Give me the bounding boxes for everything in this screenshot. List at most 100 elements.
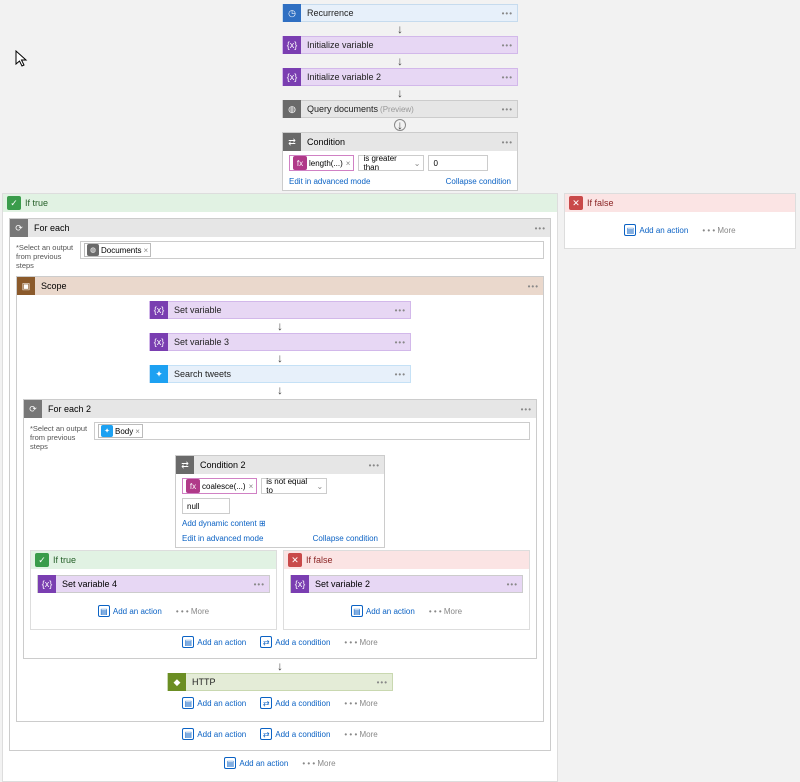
remove-icon[interactable]: × [249,482,254,491]
query-documents-label: Query documents(Preview) [301,104,517,114]
variable-icon: {x} [291,575,309,593]
foreach2-output-picker[interactable]: ✦ Body × [94,422,530,440]
http-icon: ◆ [168,673,186,691]
flow-arrow: ↓ [397,23,403,35]
init-var-2-card[interactable]: {x} Initialize variable 2 ••• [282,68,518,86]
init-var-1-card[interactable]: {x} Initialize variable ••• [282,36,518,54]
set-variable-4-card[interactable]: {x} Set variable 4 ••• [37,575,270,593]
body-token[interactable]: ✦ Body × [98,424,143,438]
for-each-2-card[interactable]: ⟳ For each 2 ••• *Select an output from … [23,399,537,659]
loop-icon: ⟳ [24,400,42,418]
condition-1-operator[interactable]: is greater than⌄ [358,155,424,171]
flow-arrow: ↓ [277,320,283,332]
card-menu[interactable]: ••• [395,370,406,379]
scope-card[interactable]: ▣ Scope ••• {x} Set variable ••• ↓ [16,276,544,722]
card-menu[interactable]: ••• [502,41,513,50]
for-each-label: For each [28,223,70,233]
more-link[interactable]: • • • More [344,730,377,739]
for-each-card[interactable]: ⟳ For each ••• *Select an output from pr… [9,218,551,751]
condition-1-expr-pill[interactable]: fx length(...) × [289,155,354,171]
more-link[interactable]: • • • More [429,607,462,616]
more-link[interactable]: • • • More [176,607,209,616]
inner-if-false-head[interactable]: ✕ If false [284,551,529,569]
more-link[interactable]: • • • More [344,699,377,708]
foreach-picker-label: *Select an output from previous steps [16,241,74,270]
set-variable-2-card[interactable]: {x} Set variable 2 ••• [290,575,523,593]
condition-2-expr-pill[interactable]: fx coalesce(...) × [182,478,257,494]
flow-arrow: ↓ [277,660,283,672]
card-menu[interactable]: ••• [535,224,546,233]
if-true-branch: ✓ If true ⟳ For each ••• *Select an outp… [2,193,558,782]
if-false-head[interactable]: ✕ If false [565,194,795,212]
add-condition-icon: ⇄ [260,697,272,709]
recurrence-card[interactable]: ◷ Recurrence ••• [282,4,518,22]
edit-advanced-link[interactable]: Edit in advanced mode [289,177,370,186]
remove-icon[interactable]: × [135,427,140,436]
condition-icon: ⇄ [283,133,301,151]
set-variable-3-card[interactable]: {x} Set variable 3 ••• [149,333,411,351]
condition-1-card[interactable]: ⇄ Condition ••• fx length(...) × is grea… [282,132,518,191]
card-menu[interactable]: ••• [395,306,406,315]
condition-2-card[interactable]: ⇄ Condition 2 ••• fx coalesce [175,455,385,548]
more-link[interactable]: • • • More [344,638,377,647]
add-action-icon: ▤ [182,636,194,648]
add-action-button[interactable]: ▤Add an action [624,224,688,236]
collapse-condition-link[interactable]: Collapse condition [446,177,511,186]
chevron-down-icon: ⌄ [414,159,421,168]
flow-arrow: ↓ [277,384,283,396]
more-link[interactable]: • • • More [702,226,735,235]
add-condition-button[interactable]: ⇄Add a condition [260,636,330,648]
card-menu[interactable]: ••• [521,405,532,414]
flow-arrow: ↓ [397,87,403,99]
add-action-button[interactable]: ▤Add an action [224,757,288,769]
http-card[interactable]: ◆ HTTP ••• [167,673,393,691]
condition-2-label: Condition 2 [194,460,246,470]
add-action-button[interactable]: ▤Add an action [351,605,415,617]
flow-arrow-insert[interactable]: ↓ [397,119,403,131]
add-action-icon: ▤ [98,605,110,617]
chevron-down-icon: ⌄ [317,482,324,491]
more-link[interactable]: • • • More [302,759,335,768]
card-menu[interactable]: ••• [502,9,513,18]
condition-icon: ⇄ [176,456,194,474]
condition-2-operator[interactable]: is not equal to⌄ [261,478,327,494]
search-tweets-card[interactable]: ✦ Search tweets ••• [149,365,411,383]
inner-if-true-head[interactable]: ✓ If true [31,551,276,569]
foreach-output-picker[interactable]: ◍ Documents × [80,241,544,259]
card-menu[interactable]: ••• [254,580,265,589]
flow-arrow: ↓ [397,55,403,67]
set-variable-2-label: Set variable 2 [309,579,370,589]
condition-1-value[interactable]: 0 [428,155,488,171]
collapse-condition-link-2[interactable]: Collapse condition [313,534,378,543]
if-false-label: If false [587,198,614,208]
remove-icon[interactable]: × [143,246,148,255]
query-documents-card[interactable]: ◍ Query documents(Preview) ••• [282,100,518,118]
if-false-branch: ✕ If false ▤Add an action • • • More [564,193,796,249]
documents-token[interactable]: ◍ Documents × [84,243,151,257]
add-action-icon: ▤ [624,224,636,236]
add-action-button[interactable]: ▤Add an action [182,697,246,709]
card-menu[interactable]: ••• [507,580,518,589]
add-action-button[interactable]: ▤Add an action [182,636,246,648]
condition-2-value[interactable]: null [182,498,230,514]
inner-if-false-branch: ✕ If false {x} Set variable 2 [283,550,530,630]
set-variable-card[interactable]: {x} Set variable ••• [149,301,411,319]
edit-advanced-link-2[interactable]: Edit in advanced mode [182,534,263,543]
add-dynamic-content-link[interactable]: Add dynamic content ⊞ [182,519,266,528]
remove-icon[interactable]: × [346,159,351,168]
init-var-2-label: Initialize variable 2 [301,72,517,82]
recurrence-label: Recurrence [301,8,517,18]
add-action-button[interactable]: ▤Add an action [98,605,162,617]
card-menu[interactable]: ••• [369,461,380,470]
add-condition-button[interactable]: ⇄Add a condition [260,728,330,740]
add-condition-button[interactable]: ⇄Add a condition [260,697,330,709]
search-tweets-label: Search tweets [168,369,410,379]
card-menu[interactable]: ••• [502,138,513,147]
card-menu[interactable]: ••• [502,105,513,114]
add-action-button[interactable]: ▤Add an action [182,728,246,740]
card-menu[interactable]: ••• [528,282,539,291]
card-menu[interactable]: ••• [502,73,513,82]
card-menu[interactable]: ••• [395,338,406,347]
card-menu[interactable]: ••• [377,678,388,687]
if-true-head[interactable]: ✓ If true [3,194,557,212]
